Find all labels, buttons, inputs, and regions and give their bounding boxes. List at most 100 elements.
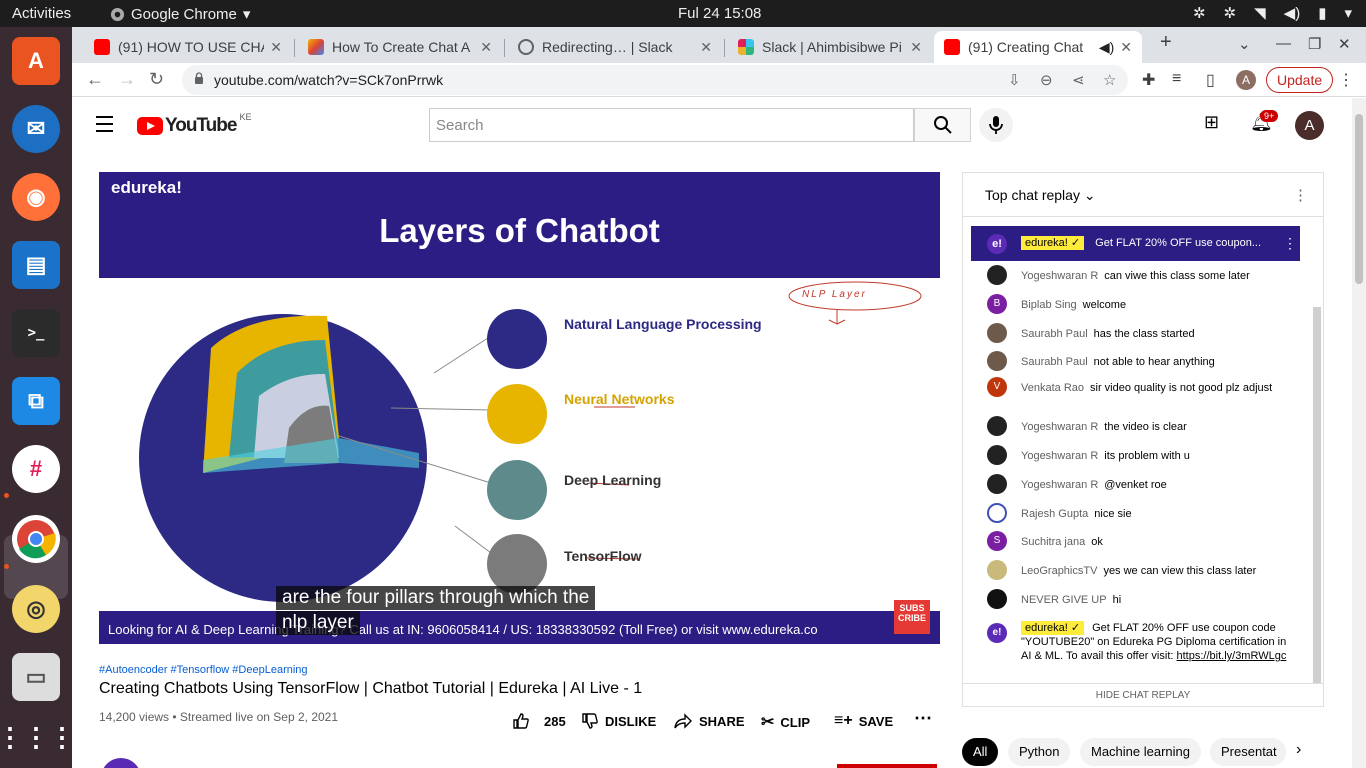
create-video-icon[interactable]: ⊞ [1204, 112, 1219, 133]
filter-chip-all[interactable]: All [962, 738, 999, 766]
chips-next-icon[interactable]: › [1296, 741, 1301, 759]
close-tab-icon[interactable]: ✕ [910, 39, 922, 56]
network-extension-icon[interactable]: ✲ [1193, 4, 1206, 22]
share-button[interactable]: SHARE [673, 712, 745, 730]
chrome-dock-icon[interactable] [12, 515, 60, 563]
browser-tab-active[interactable]: (91) Creating Chat ◀) ✕ [934, 31, 1142, 63]
chat-author-avatar[interactable] [987, 416, 1007, 436]
share-icon[interactable]: ⋖ [1072, 71, 1085, 89]
chat-author-avatar[interactable] [987, 445, 1007, 465]
slack-icon[interactable]: # [12, 445, 60, 493]
chat-author-avatar[interactable]: V [987, 377, 1007, 397]
firefox-icon[interactable]: ◉ [12, 173, 60, 221]
pinned-message[interactable]: e! edureka! ✓ Get FLAT 20% OFF use coupo… [971, 226, 1300, 261]
browser-tab[interactable]: (91) HOW TO USE CHA ✕ [84, 31, 292, 63]
subscribe-watermark[interactable]: SUBS CRIBE [894, 600, 930, 634]
maximize-button[interactable]: ❐ [1308, 35, 1321, 53]
filter-chip-presentation[interactable]: Presentat [1210, 738, 1286, 766]
side-panel-icon[interactable]: ▯ [1206, 70, 1215, 90]
software-center-icon[interactable]: A [12, 37, 60, 85]
dislike-button[interactable]: DISLIKE [581, 712, 656, 730]
chat-author-avatar[interactable] [987, 265, 1007, 285]
chat-author-avatar[interactable] [987, 474, 1007, 494]
chat-author-name[interactable]: Yogeshwaran R [1021, 270, 1098, 282]
extensions-icon[interactable]: ✚ [1142, 70, 1155, 90]
close-tab-icon[interactable]: ✕ [700, 39, 712, 56]
chat-scrollbar[interactable] [1313, 307, 1321, 683]
profile-avatar[interactable]: A [1236, 70, 1256, 90]
pinned-menu-icon[interactable]: ⋮ [1283, 235, 1297, 252]
search-button[interactable] [914, 108, 971, 142]
chat-author-name[interactable]: Yogeshwaran R [1021, 479, 1098, 491]
chat-author-name[interactable]: Yogeshwaran R [1021, 421, 1098, 433]
terminal-icon[interactable]: >_ [12, 309, 60, 357]
close-tab-icon[interactable]: ✕ [270, 39, 282, 56]
back-button[interactable]: ← [86, 69, 104, 90]
browser-tab[interactable]: How To Create Chat A ✕ [298, 31, 502, 63]
video-player[interactable]: edureka! Layers of Chatbot Natural Langu [99, 172, 940, 644]
show-apps-icon[interactable]: ⋮⋮⋮ [0, 713, 75, 761]
like-button[interactable]: 285 [512, 712, 566, 730]
chat-author-name[interactable]: Suchitra jana [1021, 536, 1085, 548]
chat-author-name[interactable]: Venkata Rao [1021, 382, 1084, 394]
channel-avatar[interactable] [101, 758, 141, 768]
chat-author-avatar[interactable] [987, 323, 1007, 343]
account-avatar[interactable]: A [1295, 111, 1324, 140]
save-button[interactable]: ≡+ SAVE [834, 712, 893, 730]
wifi-icon[interactable]: ◥ [1254, 4, 1266, 22]
browser-tab[interactable]: Redirecting… | Slack ✕ [508, 31, 722, 63]
update-button[interactable]: Update [1266, 67, 1334, 93]
hide-chat-replay-button[interactable]: HIDE CHAT REPLAY [963, 683, 1323, 706]
search-input[interactable]: Search [429, 108, 914, 142]
close-tab-icon[interactable]: ✕ [480, 39, 492, 56]
vscode-icon[interactable]: ⧉ [12, 377, 60, 425]
install-app-icon[interactable]: ⇩ [1008, 71, 1021, 89]
clock[interactable]: Ful 24 15:08 [678, 5, 761, 22]
voice-search-button[interactable] [979, 108, 1013, 142]
chat-author-name[interactable]: Saurabh Paul [1021, 356, 1088, 368]
zoom-icon[interactable]: ⊖ [1040, 71, 1053, 89]
chrome-menu-icon[interactable]: ⋮ [1338, 70, 1354, 90]
battery-icon[interactable]: ▮ [1318, 4, 1326, 22]
chat-author-name[interactable]: NEVER GIVE UP [1021, 594, 1107, 606]
promo-link[interactable]: https://bit.ly/3mRWLgc [1177, 650, 1287, 662]
close-window-button[interactable]: ✕ [1338, 35, 1351, 53]
chat-author-avatar[interactable]: B [987, 294, 1007, 314]
chat-author-name[interactable]: Biplab Sing [1021, 299, 1077, 311]
browser-tab[interactable]: Slack | Ahimbisibwe Pi ✕ [728, 31, 932, 63]
reload-button[interactable]: ↻ [149, 69, 164, 90]
youtube-logo[interactable]: YouTube KE [137, 112, 251, 137]
page-scrollbar[interactable] [1352, 98, 1366, 768]
address-bar[interactable]: youtube.com/watch?v=SCk7onPrrwk ⇩ ⊖ ⋖ ☆ [182, 65, 1128, 95]
tab-search-icon[interactable]: ⌄ [1238, 35, 1251, 53]
audio-playing-icon[interactable]: ◀) [1099, 39, 1114, 56]
thunderbird-icon[interactable]: ✉ [12, 105, 60, 153]
chat-options-icon[interactable]: ⋮ [1293, 186, 1308, 204]
subscribe-button-edge[interactable] [837, 764, 937, 768]
system-menu-icon[interactable]: ▾ [1344, 4, 1352, 22]
chat-author-avatar[interactable] [987, 503, 1007, 523]
chat-author-name[interactable]: Yogeshwaran R [1021, 450, 1098, 462]
chat-author-avatar[interactable]: S [987, 531, 1007, 551]
chat-mode-dropdown[interactable]: Top chat replay ⌄ [985, 187, 1096, 204]
chat-author-name[interactable]: Rajesh Gupta [1021, 508, 1088, 520]
chat-author-name[interactable]: Saurabh Paul [1021, 328, 1088, 340]
activities-button[interactable]: Activities [12, 5, 71, 22]
system-tray[interactable]: ✲ ✲ ◥ ◀) ▮ ▾ [1193, 4, 1352, 22]
forward-button[interactable]: → [118, 69, 136, 90]
chat-author-avatar[interactable] [987, 560, 1007, 580]
more-actions-icon[interactable]: ⋯ [914, 708, 932, 729]
files-icon[interactable]: ▭ [12, 653, 60, 701]
volume-icon[interactable]: ◀) [1284, 4, 1301, 22]
chat-author-avatar[interactable] [987, 589, 1007, 609]
clip-button[interactable]: ✂ CLIP [761, 712, 810, 732]
video-hashtags[interactable]: #Autoencoder #Tensorflow #DeepLearning [99, 664, 308, 676]
network-extension-icon-2[interactable]: ✲ [1224, 4, 1237, 22]
writer-icon[interactable]: ▤ [12, 241, 60, 289]
filter-chip-python[interactable]: Python [1008, 738, 1071, 766]
chat-author-name[interactable]: LeoGraphicsTV [1021, 565, 1097, 577]
bookmark-star-icon[interactable]: ☆ [1103, 71, 1116, 89]
new-tab-button[interactable]: + [1160, 31, 1172, 54]
app-menu[interactable]: Google Chrome ▾ [110, 5, 250, 23]
filter-chip-machine-learning[interactable]: Machine learning [1080, 738, 1202, 766]
